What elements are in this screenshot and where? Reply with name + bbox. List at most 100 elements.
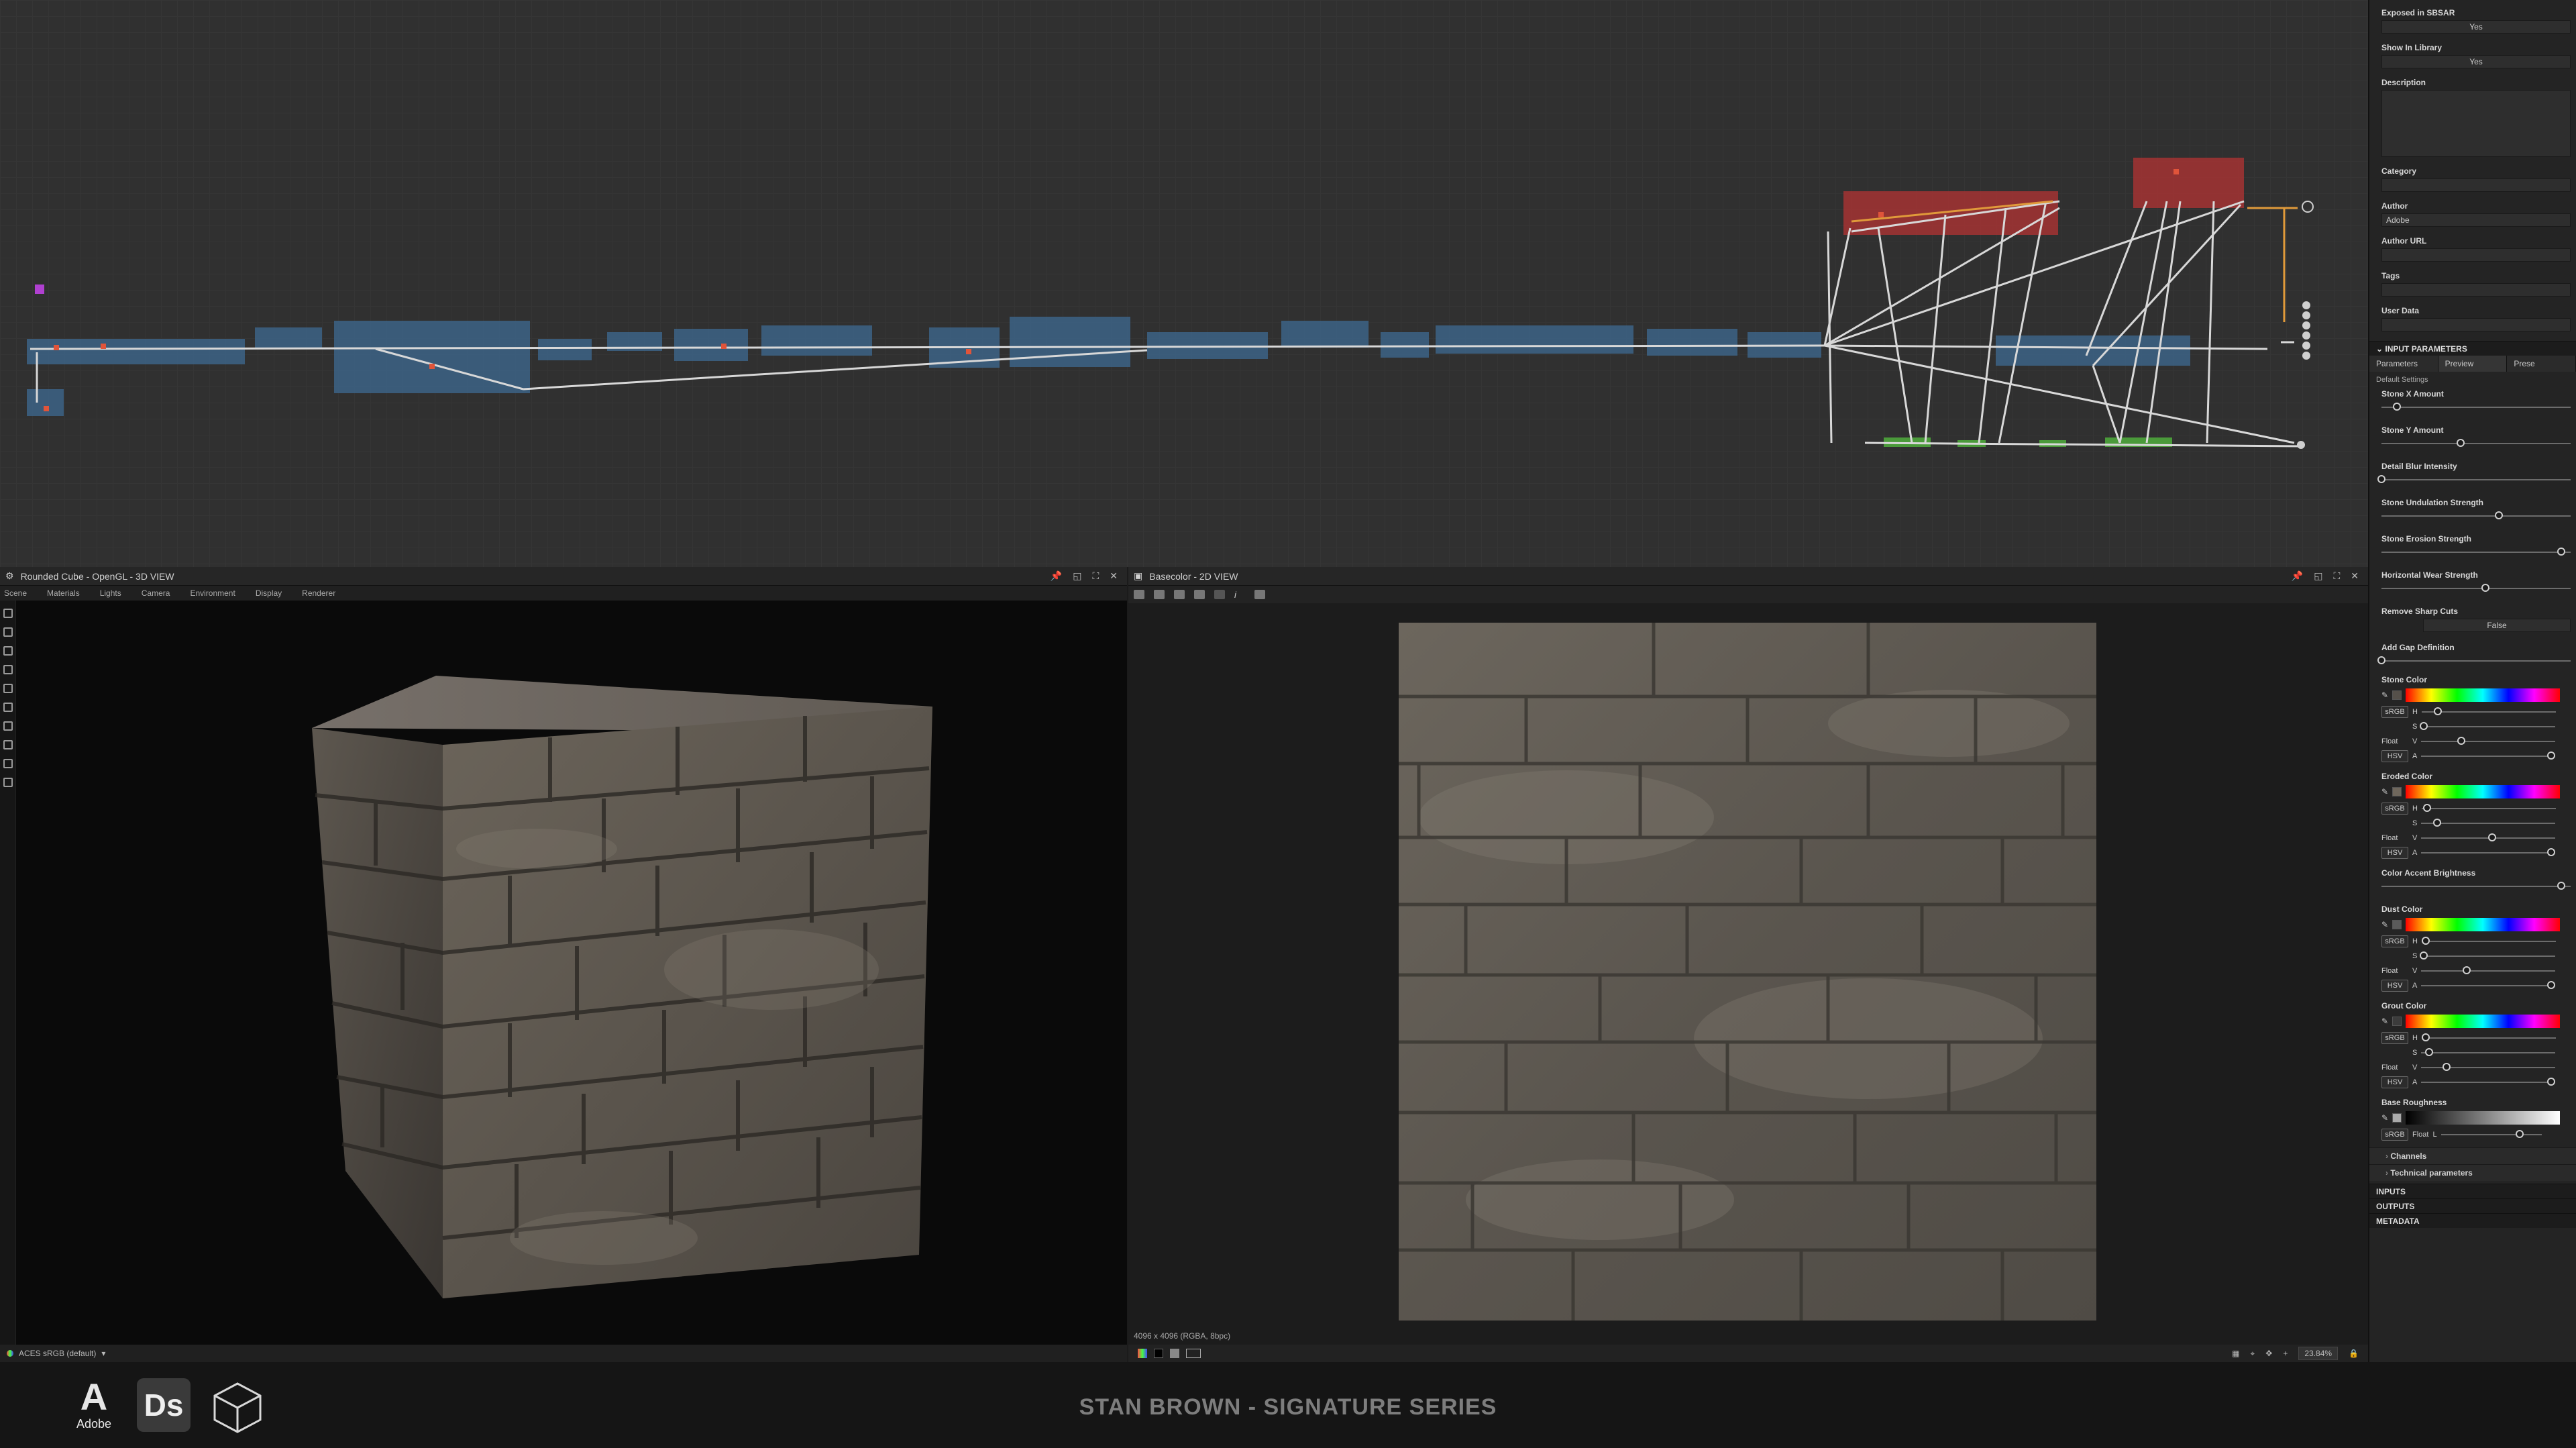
outputs-section[interactable]: OUTPUTS [2369,1198,2576,1213]
srgb-button[interactable]: sRGB [2381,935,2408,947]
slider-knob[interactable] [2557,882,2565,890]
metadata-section[interactable]: METADATA [2369,1213,2576,1228]
node-graph[interactable] [0,0,2368,567]
channel-alpha-icon[interactable] [1154,1349,1163,1358]
display-icon[interactable] [1194,590,1205,599]
maximize-icon[interactable]: ⛶ [2333,570,2340,582]
eyedropper-icon[interactable]: ✎ [2381,1017,2388,1026]
slider-knob[interactable] [2392,403,2401,411]
grid-icon[interactable]: ▦ [2232,1349,2239,1358]
slider-knob[interactable] [2421,937,2430,945]
param-slider[interactable] [2381,403,2571,412]
slider-knob[interactable] [2443,1063,2451,1071]
color-swatch[interactable] [2392,787,2402,796]
slider-knob[interactable] [2494,511,2503,519]
inputs-section[interactable]: INPUTS [2369,1184,2576,1198]
save-icon[interactable] [1154,590,1165,599]
viewport-2d[interactable]: ▣ Basecolor - 2D VIEW 📌 ◱ ⛶ ✕ i 4096 x 4… [1128,567,2368,1362]
eyedropper-icon[interactable]: ✎ [2381,787,2388,796]
histogram-icon[interactable] [1254,590,1265,599]
s-slider[interactable] [2421,1048,2556,1057]
eyedropper-icon[interactable]: ✎ [2381,1113,2388,1123]
copy-icon[interactable] [1134,590,1144,599]
export-icon[interactable] [1174,590,1185,599]
eyedropper-icon[interactable]: ✎ [2381,920,2388,929]
srgb-button[interactable]: sRGB [2381,1129,2408,1141]
accent-slider[interactable] [2381,882,2571,891]
exposed-dropdown[interactable]: Yes [2381,20,2571,34]
author-field[interactable]: Adobe [2381,213,2571,227]
param-slider[interactable] [2381,548,2571,557]
channels-section[interactable]: Channels [2369,1147,2576,1164]
param-slider[interactable] [2381,439,2571,448]
v-slider[interactable] [2421,737,2556,746]
slider-knob[interactable] [2421,1033,2430,1041]
slider-knob[interactable] [2481,584,2490,592]
move-icon[interactable]: ✥ [2265,1349,2272,1358]
a-slider[interactable] [2421,848,2556,858]
param-slider[interactable] [2377,475,2571,484]
remove-sharp-dropdown[interactable]: False [2423,619,2571,632]
slider-knob[interactable] [2457,439,2465,447]
srgb-button[interactable]: sRGB [2381,803,2408,815]
slider-knob[interactable] [2463,966,2471,974]
hue-spectrum[interactable] [2406,688,2561,702]
hsv-button[interactable]: HSV [2381,1076,2408,1088]
color-swatch[interactable] [2392,1017,2402,1026]
input-parameters-header[interactable]: ⌄ INPUT PARAMETERS [2369,341,2576,356]
a-slider[interactable] [2421,981,2556,990]
channel-rgb-icon[interactable] [1138,1349,1147,1358]
checker-icon[interactable] [1170,1349,1179,1358]
s-slider[interactable] [2421,819,2556,828]
slider-knob[interactable] [2547,1078,2556,1086]
eyedropper-icon[interactable]: ✎ [2381,690,2388,700]
hsv-button[interactable]: HSV [2381,847,2408,859]
roughness-swatch[interactable] [2392,1113,2402,1123]
slider-knob[interactable] [2547,848,2556,856]
slider-knob[interactable] [2488,833,2497,841]
roughness-slider[interactable] [2440,1130,2542,1139]
close-icon[interactable]: ✕ [2351,570,2359,582]
library-dropdown[interactable]: Yes [2381,55,2571,68]
a-slider[interactable] [2421,752,2556,761]
grayscale-bar[interactable] [2406,1111,2561,1125]
v-slider[interactable] [2421,833,2556,843]
tab-parameters[interactable]: Parameters [2369,356,2438,372]
slider-knob[interactable] [2547,981,2556,989]
slider-knob[interactable] [2547,752,2556,760]
fit-icon[interactable] [1186,1349,1201,1358]
srgb-button[interactable]: sRGB [2381,706,2408,718]
info-icon[interactable]: i [1234,590,1245,600]
slider-knob[interactable] [2425,1048,2434,1056]
description-field[interactable] [2381,90,2571,157]
v-slider[interactable] [2421,1063,2556,1072]
hue-spectrum[interactable] [2406,1015,2561,1028]
colorspace-dropdown[interactable]: ACES sRGB (default) [19,1349,96,1358]
author-url-field[interactable] [2381,248,2571,262]
slider-knob[interactable] [2433,707,2442,715]
viewport-3d[interactable]: ⚙ Rounded Cube - OpenGL - 3D VIEW 📌 ◱ ⛶ … [0,567,1127,1362]
hsv-button[interactable]: HSV [2381,980,2408,992]
h-slider[interactable] [2421,804,2556,813]
technical-section[interactable]: Technical parameters [2369,1164,2576,1181]
s-slider[interactable] [2420,722,2556,731]
slider-knob[interactable] [2557,548,2565,556]
param-slider[interactable] [2381,511,2571,521]
hsv-button[interactable]: HSV [2381,750,2408,762]
pin-icon[interactable]: 📌 [2292,570,2303,582]
tags-field[interactable] [2381,283,2571,297]
slider-knob[interactable] [2457,737,2466,745]
tile-icon[interactable] [1214,590,1225,599]
v-slider[interactable] [2421,966,2556,976]
hue-spectrum[interactable] [2406,785,2561,798]
pivot-icon[interactable]: ⌖ [2251,1349,2255,1359]
color-swatch[interactable] [2392,920,2402,929]
h-slider[interactable] [2421,937,2556,946]
slider-knob[interactable] [2377,475,2385,483]
color-swatch[interactable] [2392,690,2402,700]
gap-definition-slider[interactable] [2377,656,2571,666]
zoom-field[interactable]: 23.84% [2298,1347,2339,1360]
hue-spectrum[interactable] [2406,918,2561,931]
s-slider[interactable] [2420,951,2556,961]
tab-presets[interactable]: Prese [2507,356,2576,372]
